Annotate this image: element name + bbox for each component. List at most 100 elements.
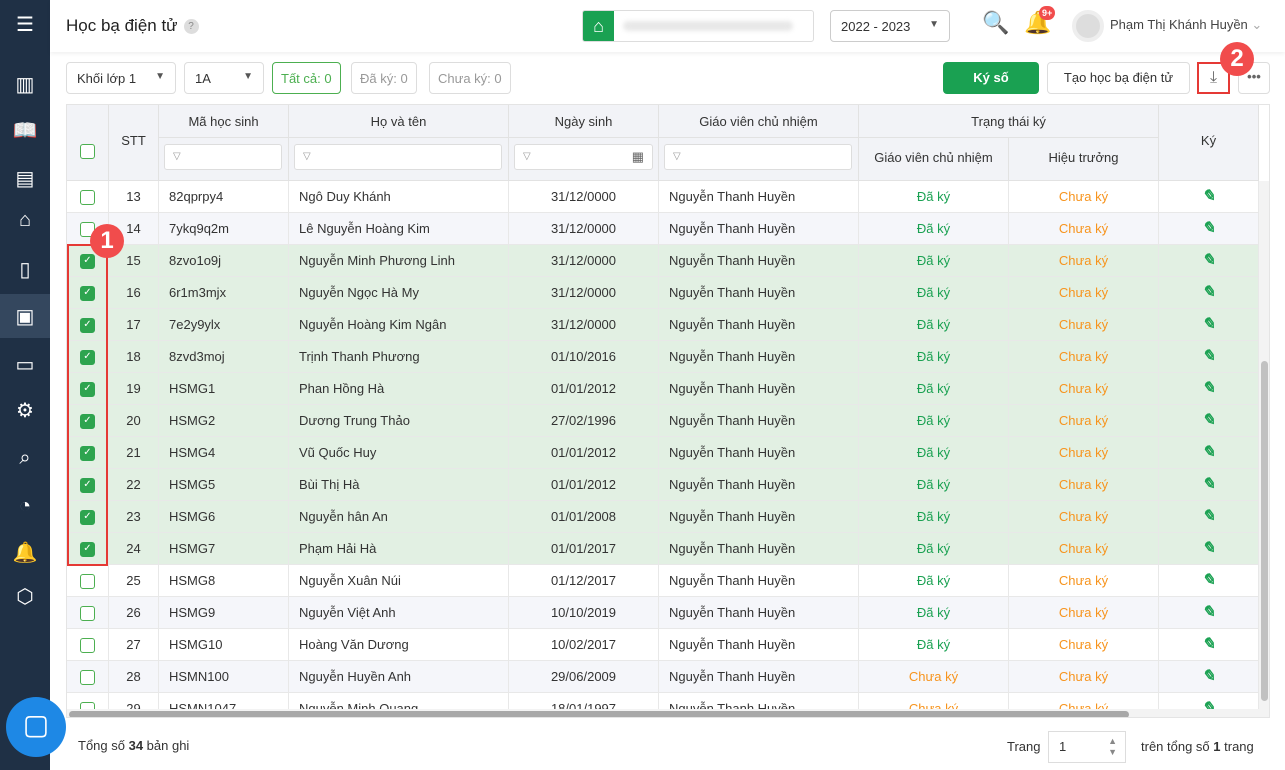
table-row[interactable]: 25 HSMG8 Nguyễn Xuân Núi 01/12/2017 Nguyễn T… <box>67 565 1259 597</box>
avatar[interactable] <box>1072 10 1104 42</box>
sign-cell: ✎ <box>1159 661 1259 693</box>
class-select[interactable]: 1A ▼ <box>184 62 264 94</box>
board-icon[interactable]: ▤ <box>9 162 41 194</box>
code-filter-input[interactable]: ▽ <box>164 144 282 170</box>
school-year-select[interactable]: 2022 - 2023 ▼ <box>830 10 950 42</box>
cell-stt: 13 <box>109 181 159 213</box>
table-row[interactable]: ✓ 23 HSMG6 Nguyễn hân An 01/01/2008 Nguyễn Th… <box>67 501 1259 533</box>
page-stepper-icon[interactable]: ▲ ▼ <box>1108 736 1117 758</box>
search-icon[interactable]: ⌕ <box>9 442 41 474</box>
name-filter-input[interactable]: ▽ <box>294 144 502 170</box>
sign-pen-icon[interactable]: ✎ <box>1202 540 1215 557</box>
row-select <box>67 565 109 597</box>
sign-pen-icon[interactable]: ✎ <box>1202 636 1215 653</box>
filter-signed[interactable]: Đã ký: 0 <box>351 62 417 94</box>
total-prefix: Tổng số <box>78 738 129 753</box>
calendar-icon[interactable]: ▦ <box>632 149 644 165</box>
sign-pen-icon[interactable]: ✎ <box>1202 284 1215 301</box>
select-all-checkbox[interactable] <box>80 144 95 160</box>
cell-name: Ngô Duy Khánh <box>289 181 509 213</box>
table-row[interactable]: 14 7ykq9q2m Lê Nguyễn Hoàng Kim 31/12/0000 N… <box>67 213 1259 245</box>
cell-dob: 01/01/2012 <box>509 469 659 501</box>
sign-pen-icon[interactable]: ✎ <box>1202 668 1215 685</box>
cell-teacher: Nguyễn Thanh Huyền <box>659 565 859 597</box>
chart-icon[interactable]: ▥ <box>9 68 41 100</box>
filter-all[interactable]: Tất cả: 0 <box>272 62 341 94</box>
sign-cell: ✎ <box>1159 309 1259 341</box>
box-icon[interactable]: ⬡ <box>9 580 41 612</box>
table-row[interactable]: ✓ 15 8zvo1o9j Nguyễn Minh Phương Linh 31/12/… <box>67 245 1259 277</box>
sign-pen-icon[interactable]: ✎ <box>1202 348 1215 365</box>
total-records: Tổng số 34 bản ghi <box>78 738 189 753</box>
dob-filter-input[interactable]: ▽ ▦ <box>514 144 653 170</box>
chat-support-button[interactable]: ▢ <box>6 697 66 757</box>
sign-pen-icon[interactable]: ✎ <box>1202 380 1215 397</box>
cell-gv: Đã ký <box>859 597 1009 629</box>
sign-pen-icon[interactable]: ✎ <box>1202 604 1215 621</box>
cell-teacher: Nguyễn Thanh Huyền <box>659 661 859 693</box>
table-row[interactable]: ✓ 16 6r1m3mjx Nguyễn Ngọc Hà My 31/12/0000 Ng… <box>67 277 1259 309</box>
search-analytics-icon[interactable]: 🔍 <box>982 10 1009 36</box>
pie-chart-icon[interactable]: ◔ <box>9 490 41 522</box>
select-all[interactable] <box>67 105 109 181</box>
horizontal-scroll-thumb[interactable] <box>69 711 1129 717</box>
cell-code: HSMG4 <box>159 437 289 469</box>
table-row[interactable]: 13 82qprpy4 Ngô Duy Khánh 31/12/0000 Nguyễn … <box>67 181 1259 213</box>
table-row[interactable]: ✓ 21 HSMG4 Vũ Quốc Huy 01/01/2012 Nguyễn Than… <box>67 437 1259 469</box>
row-checkbox[interactable] <box>80 606 95 622</box>
cell-teacher: Nguyễn Thanh Huyền <box>659 469 859 501</box>
school-selector[interactable]: ⌂ <box>582 10 814 42</box>
row-checkbox[interactable] <box>80 670 95 686</box>
grade-select[interactable]: Khối lớp 1 ▼ <box>66 62 176 94</box>
sign-pen-icon[interactable]: ✎ <box>1202 412 1215 429</box>
cell-code: HSMN100 <box>159 661 289 693</box>
menu-icon[interactable]: ☰ <box>9 8 41 40</box>
cell-ht: Chưa ký <box>1009 661 1159 693</box>
digital-sign-button[interactable]: Ký số <box>943 62 1039 94</box>
teacher-filter-input[interactable]: ▽ <box>664 144 852 170</box>
cell-stt: 16 <box>109 277 159 309</box>
page-input[interactable]: 1 ▲ ▼ <box>1048 731 1126 763</box>
col-dob: Ngày sinh <box>509 105 659 138</box>
sign-pen-icon[interactable]: ✎ <box>1202 572 1215 589</box>
vertical-scrollbar[interactable] <box>1259 181 1269 717</box>
sign-pen-icon[interactable]: ✎ <box>1202 252 1215 269</box>
bell-icon[interactable]: 🔔 <box>9 536 41 568</box>
document-icon[interactable]: ▯ <box>9 253 41 285</box>
row-checkbox[interactable] <box>80 638 95 654</box>
sign-pen-icon[interactable]: ✎ <box>1202 508 1215 525</box>
table-row[interactable]: 28 HSMN100 Nguyễn Huyền Anh 29/06/2009 Nguyễ… <box>67 661 1259 693</box>
horizontal-scrollbar[interactable] <box>67 709 1259 717</box>
user-menu[interactable]: Phạm Thị Khánh Huyền ⌄ <box>1110 17 1262 33</box>
table-row[interactable]: ✓ 22 HSMG5 Bùi Thị Hà 01/01/2012 Nguyễn Thanh… <box>67 469 1259 501</box>
row-checkbox[interactable] <box>80 574 95 590</box>
report-card-icon[interactable]: ▣ <box>0 294 50 338</box>
school-icon[interactable]: ⌂ <box>9 204 41 236</box>
sign-pen-icon[interactable]: ✎ <box>1202 188 1215 205</box>
table-row[interactable]: 27 HSMG10 Hoàng Văn Dương 10/02/2017 Nguyễn … <box>67 629 1259 661</box>
table-row[interactable]: ✓ 19 HSMG1 Phan Hồng Hà 01/01/2012 Nguyễn Tha… <box>67 373 1259 405</box>
sign-pen-icon[interactable]: ✎ <box>1202 316 1215 333</box>
vertical-scroll-thumb[interactable] <box>1261 361 1268 701</box>
cell-dob: 31/12/0000 <box>509 181 659 213</box>
book-icon[interactable]: 📖 <box>9 114 41 146</box>
table-row[interactable]: ✓ 17 7e2y9ylx Nguyễn Hoàng Kim Ngân 31/12/00… <box>67 309 1259 341</box>
filter-unsigned[interactable]: Chưa ký: 0 <box>429 62 511 94</box>
help-icon[interactable]: ? <box>183 19 199 34</box>
table-row[interactable]: ✓ 18 8zvd3moj Trịnh Thanh Phương 01/10/2016 N… <box>67 341 1259 373</box>
sign-pen-icon[interactable]: ✎ <box>1202 220 1215 237</box>
cell-ht: Chưa ký <box>1009 597 1159 629</box>
table-row[interactable]: 26 HSMG9 Nguyễn Việt Anh 10/10/2019 Nguyễn T… <box>67 597 1259 629</box>
cell-teacher: Nguyễn Thanh Huyền <box>659 181 859 213</box>
settings-icon[interactable]: ⚙ <box>9 394 41 426</box>
cell-code: 7ykq9q2m <box>159 213 289 245</box>
table-row[interactable]: ✓ 20 HSMG2 Dương Trung Thảo 27/02/1996 Nguyễn… <box>67 405 1259 437</box>
folder-icon[interactable]: ▭ <box>9 348 41 380</box>
cell-stt: 20 <box>109 405 159 437</box>
row-checkbox[interactable] <box>80 190 95 206</box>
sign-pen-icon[interactable]: ✎ <box>1202 476 1215 493</box>
col-code: Mã học sinh <box>159 105 289 138</box>
create-report-button[interactable]: Tạo học bạ điện tử <box>1047 62 1190 94</box>
sign-pen-icon[interactable]: ✎ <box>1202 444 1215 461</box>
table-row[interactable]: ✓ 24 HSMG7 Phạm Hải Hà 01/01/2017 Nguyễn Than… <box>67 533 1259 565</box>
